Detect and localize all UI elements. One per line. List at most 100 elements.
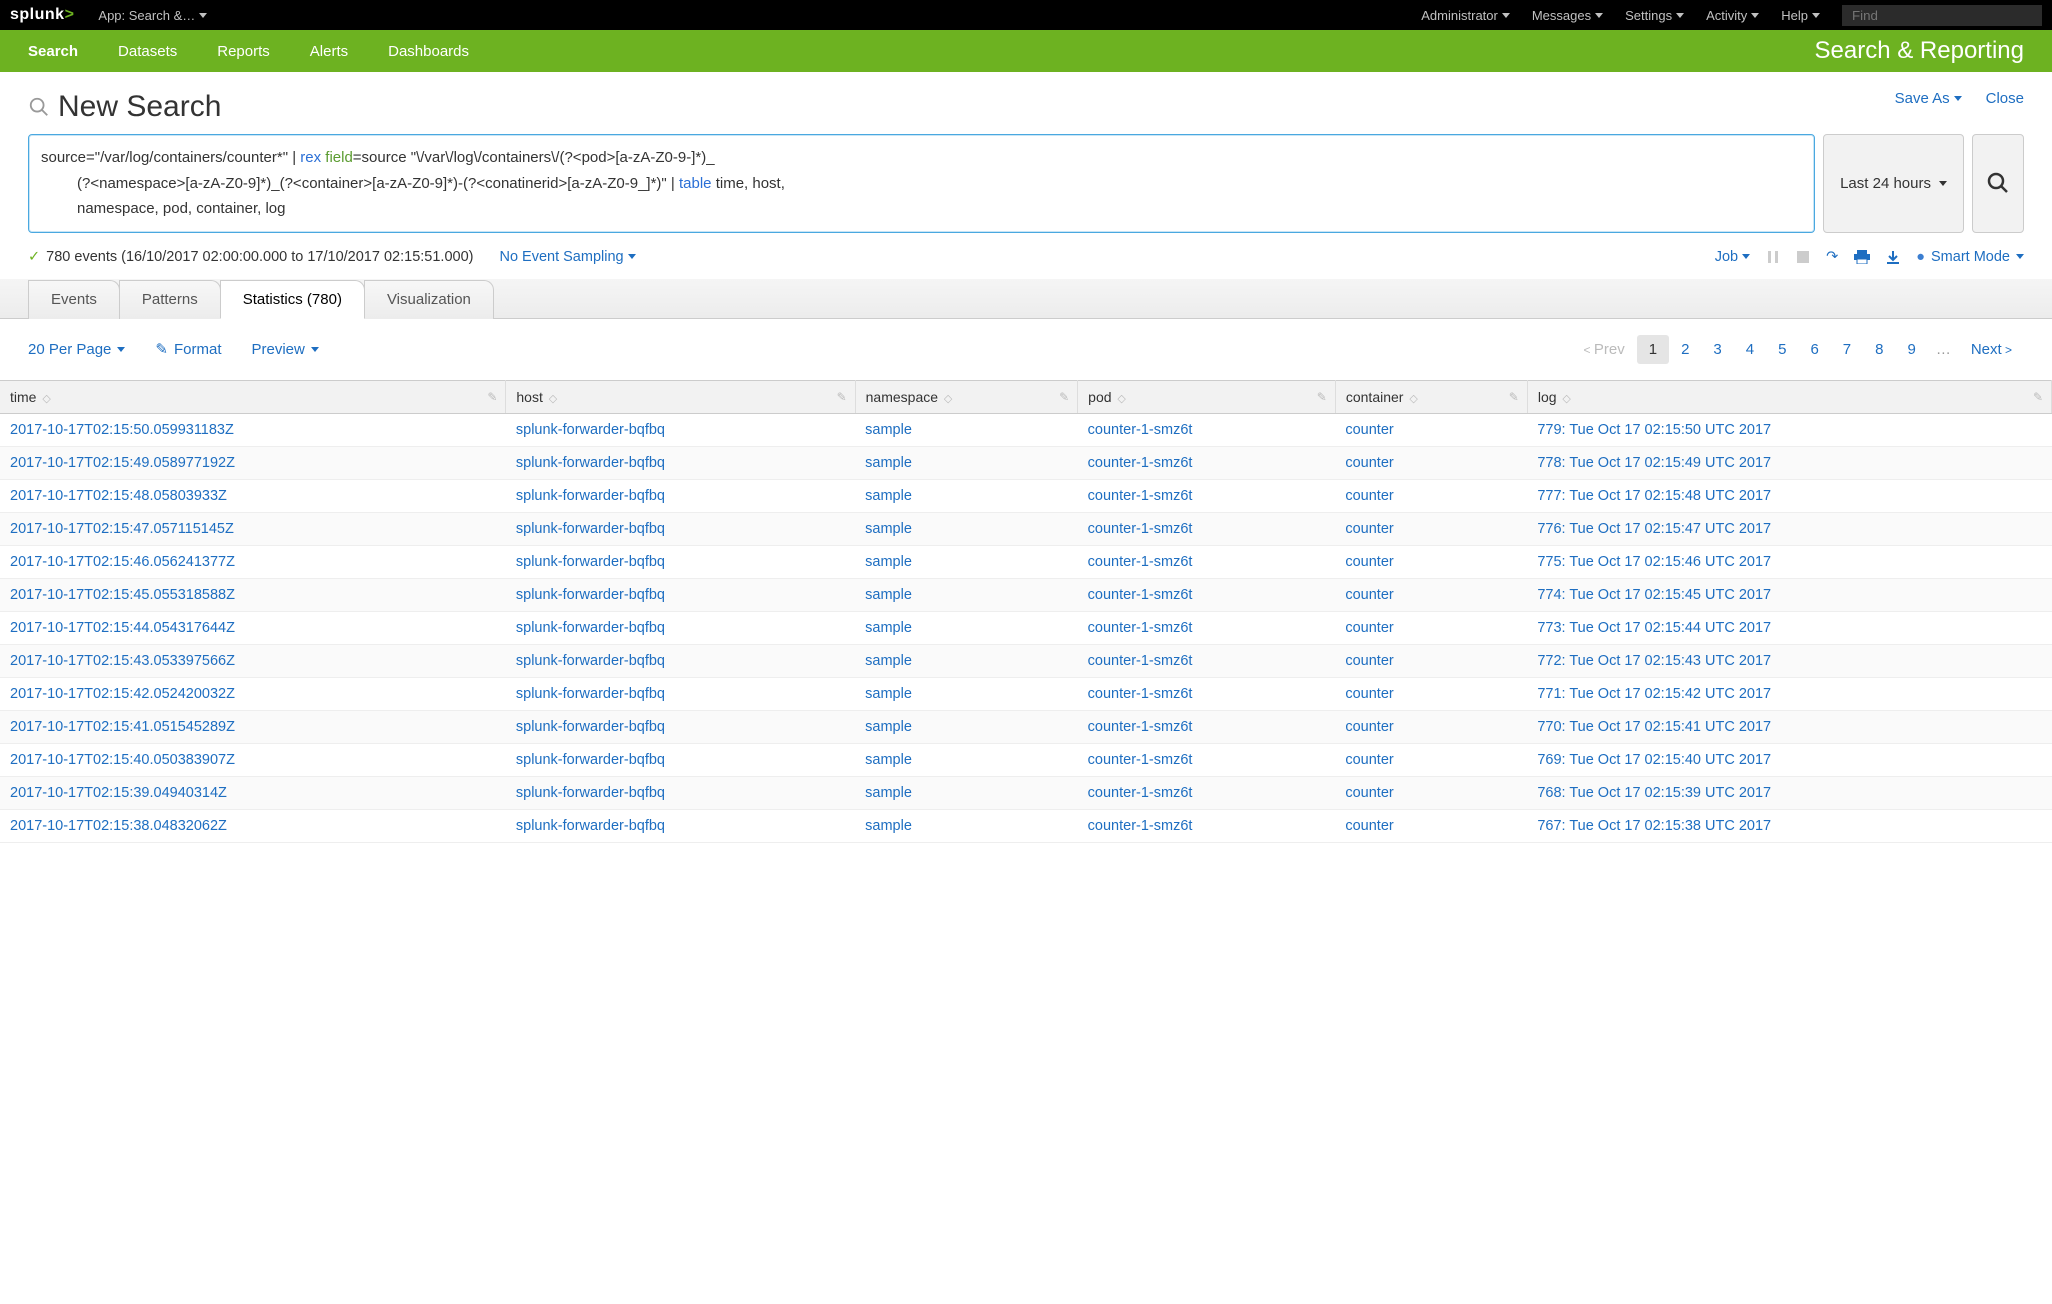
cell-namespace[interactable]: sample xyxy=(855,743,1078,776)
nav-reports[interactable]: Reports xyxy=(217,43,270,60)
cell-host[interactable]: splunk-forwarder-bqfbq xyxy=(506,479,855,512)
cell-host[interactable]: splunk-forwarder-bqfbq xyxy=(506,743,855,776)
cell-time[interactable]: 2017-10-17T02:15:50.059931183Z xyxy=(0,413,506,446)
cell-host[interactable]: splunk-forwarder-bqfbq xyxy=(506,710,855,743)
pager-page[interactable]: 2 xyxy=(1669,335,1701,364)
pager-next[interactable]: Next > xyxy=(1959,335,2024,364)
menu-help[interactable]: Help xyxy=(1781,8,1820,23)
run-search-button[interactable] xyxy=(1972,134,2024,233)
cell-log[interactable]: 776: Tue Oct 17 02:15:47 UTC 2017 xyxy=(1527,512,2051,545)
download-icon[interactable] xyxy=(1886,250,1900,264)
menu-settings[interactable]: Settings xyxy=(1625,8,1684,23)
cell-log[interactable]: 771: Tue Oct 17 02:15:42 UTC 2017 xyxy=(1527,677,2051,710)
pencil-icon[interactable]: ✎ xyxy=(1509,390,1519,404)
cell-time[interactable]: 2017-10-17T02:15:44.054317644Z xyxy=(0,611,506,644)
cell-container[interactable]: counter xyxy=(1335,446,1527,479)
cell-host[interactable]: splunk-forwarder-bqfbq xyxy=(506,611,855,644)
cell-time[interactable]: 2017-10-17T02:15:49.058977192Z xyxy=(0,446,506,479)
cell-container[interactable]: counter xyxy=(1335,776,1527,809)
tab-statistics[interactable]: Statistics (780) xyxy=(220,280,365,319)
cell-log[interactable]: 775: Tue Oct 17 02:15:46 UTC 2017 xyxy=(1527,545,2051,578)
nav-search[interactable]: Search xyxy=(28,43,78,60)
pencil-icon[interactable]: ✎ xyxy=(2033,390,2043,404)
cell-namespace[interactable]: sample xyxy=(855,710,1078,743)
pager-page[interactable]: 5 xyxy=(1766,335,1798,364)
tab-events[interactable]: Events xyxy=(28,280,120,319)
app-selector[interactable]: App: Search &… xyxy=(98,8,207,23)
cell-pod[interactable]: counter-1-smz6t xyxy=(1078,545,1336,578)
cell-pod[interactable]: counter-1-smz6t xyxy=(1078,644,1336,677)
search-input[interactable]: source="/var/log/containers/counter*" | … xyxy=(28,134,1815,233)
stop-icon[interactable] xyxy=(1796,250,1810,264)
cell-host[interactable]: splunk-forwarder-bqfbq xyxy=(506,545,855,578)
cell-time[interactable]: 2017-10-17T02:15:46.056241377Z xyxy=(0,545,506,578)
cell-container[interactable]: counter xyxy=(1335,677,1527,710)
cell-log[interactable]: 770: Tue Oct 17 02:15:41 UTC 2017 xyxy=(1527,710,2051,743)
cell-container[interactable]: counter xyxy=(1335,545,1527,578)
cell-container[interactable]: counter xyxy=(1335,710,1527,743)
cell-container[interactable]: counter xyxy=(1335,578,1527,611)
cell-log[interactable]: 779: Tue Oct 17 02:15:50 UTC 2017 xyxy=(1527,413,2051,446)
cell-time[interactable]: 2017-10-17T02:15:39.04940314Z xyxy=(0,776,506,809)
pager-prev[interactable]: < Prev xyxy=(1572,335,1637,364)
cell-time[interactable]: 2017-10-17T02:15:38.04832062Z xyxy=(0,809,506,842)
cell-host[interactable]: splunk-forwarder-bqfbq xyxy=(506,512,855,545)
cell-host[interactable]: splunk-forwarder-bqfbq xyxy=(506,578,855,611)
pencil-icon[interactable]: ✎ xyxy=(487,390,497,404)
cell-log[interactable]: 777: Tue Oct 17 02:15:48 UTC 2017 xyxy=(1527,479,2051,512)
menu-messages[interactable]: Messages xyxy=(1532,8,1603,23)
cell-host[interactable]: splunk-forwarder-bqfbq xyxy=(506,809,855,842)
cell-namespace[interactable]: sample xyxy=(855,809,1078,842)
nav-datasets[interactable]: Datasets xyxy=(118,43,177,60)
cell-namespace[interactable]: sample xyxy=(855,512,1078,545)
cell-namespace[interactable]: sample xyxy=(855,644,1078,677)
cell-time[interactable]: 2017-10-17T02:15:40.050383907Z xyxy=(0,743,506,776)
cell-namespace[interactable]: sample xyxy=(855,776,1078,809)
cell-time[interactable]: 2017-10-17T02:15:42.052420032Z xyxy=(0,677,506,710)
column-header-pod[interactable]: pod ◇✎ xyxy=(1078,380,1336,413)
cell-time[interactable]: 2017-10-17T02:15:47.057115145Z xyxy=(0,512,506,545)
cell-log[interactable]: 772: Tue Oct 17 02:15:43 UTC 2017 xyxy=(1527,644,2051,677)
pager-page[interactable]: 9 xyxy=(1895,335,1927,364)
cell-pod[interactable]: counter-1-smz6t xyxy=(1078,809,1336,842)
cell-host[interactable]: splunk-forwarder-bqfbq xyxy=(506,677,855,710)
cell-container[interactable]: counter xyxy=(1335,413,1527,446)
smart-mode-dropdown[interactable]: ● Smart Mode xyxy=(1916,249,2024,265)
tab-patterns[interactable]: Patterns xyxy=(119,280,221,319)
cell-pod[interactable]: counter-1-smz6t xyxy=(1078,710,1336,743)
share-icon[interactable]: ↷ xyxy=(1826,249,1838,265)
cell-container[interactable]: counter xyxy=(1335,512,1527,545)
cell-pod[interactable]: counter-1-smz6t xyxy=(1078,446,1336,479)
cell-log[interactable]: 778: Tue Oct 17 02:15:49 UTC 2017 xyxy=(1527,446,2051,479)
cell-time[interactable]: 2017-10-17T02:15:43.053397566Z xyxy=(0,644,506,677)
pencil-icon[interactable]: ✎ xyxy=(1059,390,1069,404)
cell-container[interactable]: counter xyxy=(1335,611,1527,644)
preview-dropdown[interactable]: Preview xyxy=(252,341,319,358)
column-header-log[interactable]: log ◇✎ xyxy=(1527,380,2051,413)
column-header-host[interactable]: host ◇✎ xyxy=(506,380,855,413)
cell-pod[interactable]: counter-1-smz6t xyxy=(1078,776,1336,809)
cell-log[interactable]: 774: Tue Oct 17 02:15:45 UTC 2017 xyxy=(1527,578,2051,611)
tab-visualization[interactable]: Visualization xyxy=(364,280,494,319)
cell-pod[interactable]: counter-1-smz6t xyxy=(1078,677,1336,710)
pager-page[interactable]: 7 xyxy=(1831,335,1863,364)
cell-host[interactable]: splunk-forwarder-bqfbq xyxy=(506,413,855,446)
format-dropdown[interactable]: ✎Format xyxy=(155,340,221,358)
cell-namespace[interactable]: sample xyxy=(855,545,1078,578)
event-sampling-dropdown[interactable]: No Event Sampling xyxy=(499,249,635,265)
column-header-container[interactable]: container ◇✎ xyxy=(1335,380,1527,413)
close-button[interactable]: Close xyxy=(1986,90,2024,107)
job-dropdown[interactable]: Job xyxy=(1715,249,1750,265)
nav-alerts[interactable]: Alerts xyxy=(310,43,348,60)
menu-activity[interactable]: Activity xyxy=(1706,8,1759,23)
cell-time[interactable]: 2017-10-17T02:15:41.051545289Z xyxy=(0,710,506,743)
cell-namespace[interactable]: sample xyxy=(855,446,1078,479)
cell-log[interactable]: 769: Tue Oct 17 02:15:40 UTC 2017 xyxy=(1527,743,2051,776)
cell-container[interactable]: counter xyxy=(1335,809,1527,842)
cell-time[interactable]: 2017-10-17T02:15:45.055318588Z xyxy=(0,578,506,611)
pager-page[interactable]: 4 xyxy=(1734,335,1766,364)
cell-pod[interactable]: counter-1-smz6t xyxy=(1078,578,1336,611)
cell-time[interactable]: 2017-10-17T02:15:48.05803933Z xyxy=(0,479,506,512)
cell-namespace[interactable]: sample xyxy=(855,677,1078,710)
cell-host[interactable]: splunk-forwarder-bqfbq xyxy=(506,644,855,677)
